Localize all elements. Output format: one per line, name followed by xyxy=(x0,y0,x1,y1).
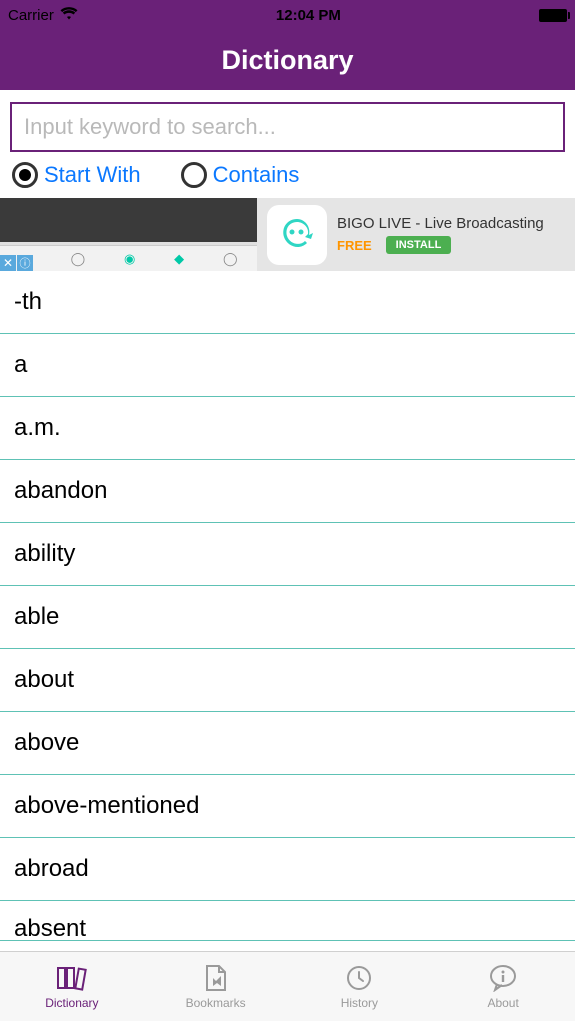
status-left: Carrier xyxy=(8,7,78,24)
radio-circle-icon xyxy=(181,162,207,188)
list-item[interactable]: a xyxy=(0,334,575,397)
list-item[interactable]: abandon xyxy=(0,460,575,523)
ad-title: BIGO LIVE - Live Broadcasting xyxy=(337,215,575,232)
ad-info-icon[interactable]: ⓘ xyxy=(17,255,33,271)
tab-bookmarks[interactable]: Bookmarks xyxy=(144,952,288,1021)
list-item[interactable]: -th xyxy=(0,271,575,334)
search-input[interactable] xyxy=(10,102,565,152)
word-text: abroad xyxy=(14,855,89,883)
radio-contains[interactable]: Contains xyxy=(181,162,300,188)
word-text: absent xyxy=(14,915,86,941)
app-header: Dictionary xyxy=(0,30,575,90)
word-text: a.m. xyxy=(14,414,61,442)
tab-label: Dictionary xyxy=(45,996,98,1010)
list-item[interactable]: above xyxy=(0,712,575,775)
clock-icon xyxy=(345,963,373,993)
bookmark-file-icon xyxy=(204,963,228,993)
word-text: abandon xyxy=(14,477,107,505)
status-time: 12:04 PM xyxy=(276,7,341,24)
books-icon xyxy=(56,963,88,993)
tab-label: About xyxy=(487,996,518,1010)
status-bar: Carrier 12:04 PM xyxy=(0,0,575,30)
radio-circle-icon xyxy=(12,162,38,188)
tab-label: Bookmarks xyxy=(186,996,246,1010)
radio-label: Start With xyxy=(44,162,141,188)
ad-close-icon[interactable]: ✕ xyxy=(0,255,16,271)
list-item[interactable]: about xyxy=(0,649,575,712)
list-item[interactable]: absent xyxy=(0,901,575,941)
ad-install-button[interactable]: INSTALL xyxy=(386,236,452,254)
radio-label: Contains xyxy=(213,162,300,188)
list-item[interactable]: a.m. xyxy=(0,397,575,460)
ad-app-icon xyxy=(267,205,327,265)
word-text: above xyxy=(14,729,79,757)
list-item[interactable]: ability xyxy=(0,523,575,586)
ad-thumbnail: ▭◯◉◆◯ ✕ ⓘ xyxy=(0,198,257,271)
list-item[interactable]: able xyxy=(0,586,575,649)
ad-thumb-controls: ▭◯◉◆◯ xyxy=(0,245,257,271)
tab-label: History xyxy=(341,996,378,1010)
list-item[interactable]: abroad xyxy=(0,838,575,901)
ad-banner[interactable]: ▭◯◉◆◯ ✕ ⓘ BIGO LIVE - Live Broadcasting … xyxy=(0,198,575,271)
wifi-icon xyxy=(60,7,78,24)
ad-text: BIGO LIVE - Live Broadcasting FREE INSTA… xyxy=(337,215,575,254)
word-text: able xyxy=(14,603,59,631)
status-right xyxy=(539,9,567,22)
ad-price: FREE xyxy=(337,238,372,253)
tab-bar: Dictionary Bookmarks History About xyxy=(0,951,575,1021)
tab-history[interactable]: History xyxy=(288,952,432,1021)
list-item[interactable]: above-mentioned xyxy=(0,775,575,838)
carrier-label: Carrier xyxy=(8,7,54,24)
word-text: about xyxy=(14,666,74,694)
info-bubble-icon xyxy=(488,963,518,993)
word-text: above-mentioned xyxy=(14,792,199,820)
page-title: Dictionary xyxy=(221,45,353,76)
battery-icon xyxy=(539,9,567,22)
word-text: a xyxy=(14,351,27,379)
tab-about[interactable]: About xyxy=(431,952,575,1021)
word-text: -th xyxy=(14,288,42,316)
search-container xyxy=(0,90,575,162)
radio-start-with[interactable]: Start With xyxy=(12,162,141,188)
tab-dictionary[interactable]: Dictionary xyxy=(0,952,144,1021)
word-list[interactable]: -th a a.m. abandon ability able about ab… xyxy=(0,271,575,941)
word-text: ability xyxy=(14,540,75,568)
filter-options: Start With Contains xyxy=(0,162,575,198)
